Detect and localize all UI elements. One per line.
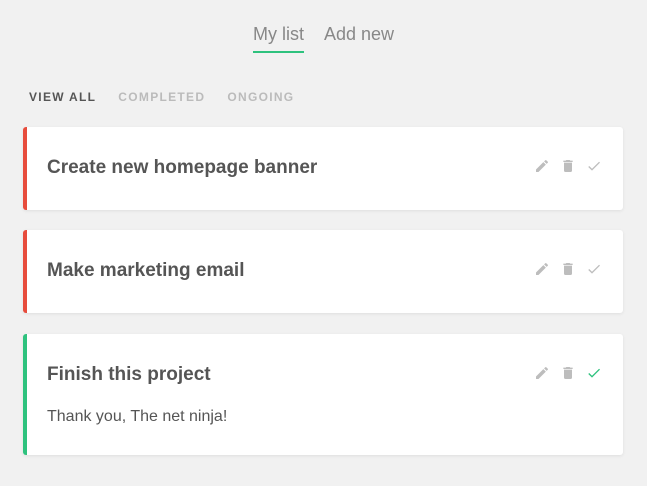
edit-icon[interactable]: [533, 260, 551, 278]
app: My list Add new VIEW ALL COMPLETED ONGOI…: [0, 0, 647, 486]
project-title[interactable]: Make marketing email: [47, 260, 244, 282]
check-icon[interactable]: [585, 157, 603, 175]
project-actions: [533, 364, 603, 382]
edit-icon[interactable]: [533, 157, 551, 175]
project-card[interactable]: Finish this project Thank you, The net n…: [23, 334, 623, 455]
top-nav: My list Add new: [0, 24, 647, 53]
edit-icon[interactable]: [533, 364, 551, 382]
filter-bar: VIEW ALL COMPLETED ONGOING: [29, 90, 294, 104]
check-icon[interactable]: [585, 260, 603, 278]
project-title[interactable]: Create new homepage banner: [47, 157, 317, 179]
delete-icon[interactable]: [559, 364, 577, 382]
project-actions: [533, 157, 603, 175]
nav-add-new[interactable]: Add new: [324, 24, 394, 53]
project-card[interactable]: Make marketing email: [23, 230, 623, 313]
check-icon[interactable]: [585, 364, 603, 382]
project-actions: [533, 260, 603, 278]
filter-view-all[interactable]: VIEW ALL: [29, 90, 96, 104]
project-card[interactable]: Create new homepage banner: [23, 127, 623, 210]
delete-icon[interactable]: [559, 157, 577, 175]
project-details: Thank you, The net ninja!: [47, 408, 228, 425]
filter-completed[interactable]: COMPLETED: [118, 90, 205, 104]
nav-my-list[interactable]: My list: [252, 24, 304, 53]
delete-icon[interactable]: [559, 260, 577, 278]
filter-ongoing[interactable]: ONGOING: [227, 90, 294, 104]
project-title[interactable]: Finish this project: [47, 364, 211, 386]
